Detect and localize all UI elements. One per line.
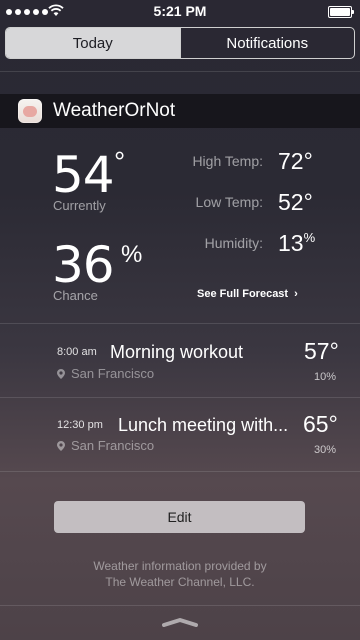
see-full-forecast-link[interactable]: See Full Forecast › — [197, 288, 298, 300]
event-temp: 57° — [304, 338, 339, 364]
rain-chance-label: Chance — [53, 288, 98, 303]
event-chance: 10% — [314, 371, 337, 383]
tab-today[interactable]: Today — [6, 28, 180, 58]
current-temp-label: Currently — [53, 198, 106, 213]
status-bar: 5:21 PM — [0, 0, 360, 24]
divider — [0, 605, 360, 606]
status-time: 5:21 PM — [153, 3, 207, 19]
widget-header[interactable]: WeatherOrNot — [0, 94, 360, 128]
current-temp: 54 — [52, 146, 115, 204]
high-temp-label: High Temp: — [192, 153, 263, 169]
pull-up-handle-icon[interactable] — [162, 617, 198, 627]
divider — [0, 471, 360, 472]
event-title: Morning workout — [110, 342, 244, 362]
event-location: San Francisco — [57, 438, 154, 453]
event-title: Lunch meeting with... — [118, 415, 289, 435]
event-time: 12:30 pm — [57, 419, 103, 431]
weather-credit: Weather information provided by The Weat… — [93, 559, 267, 589]
chevron-right-icon: › — [294, 288, 298, 300]
rain-chance: 36 — [52, 236, 115, 294]
divider — [0, 323, 360, 324]
humidity-label: Humidity: — [204, 235, 263, 251]
widget-title: WeatherOrNot — [53, 100, 176, 121]
view-segmented-control: Today Notifications — [5, 27, 355, 59]
humidity-value: 13% — [278, 230, 316, 256]
event-location: San Francisco — [57, 366, 154, 381]
event-temp: 65° — [303, 411, 338, 437]
low-temp-value: 52° — [278, 189, 313, 215]
high-temp-value: 72° — [278, 148, 313, 174]
divider — [0, 71, 360, 72]
low-temp-label: Low Temp: — [195, 194, 263, 210]
battery-icon — [328, 6, 354, 18]
tab-notifications[interactable]: Notifications — [179, 28, 355, 58]
edit-button[interactable]: Edit — [54, 501, 305, 533]
location-pin-icon — [57, 440, 65, 451]
divider — [0, 397, 360, 398]
event-time: 8:00 am — [57, 346, 97, 358]
weatherornot-app-icon — [18, 99, 42, 123]
event-chance: 30% — [314, 444, 337, 456]
location-pin-icon — [57, 368, 65, 379]
